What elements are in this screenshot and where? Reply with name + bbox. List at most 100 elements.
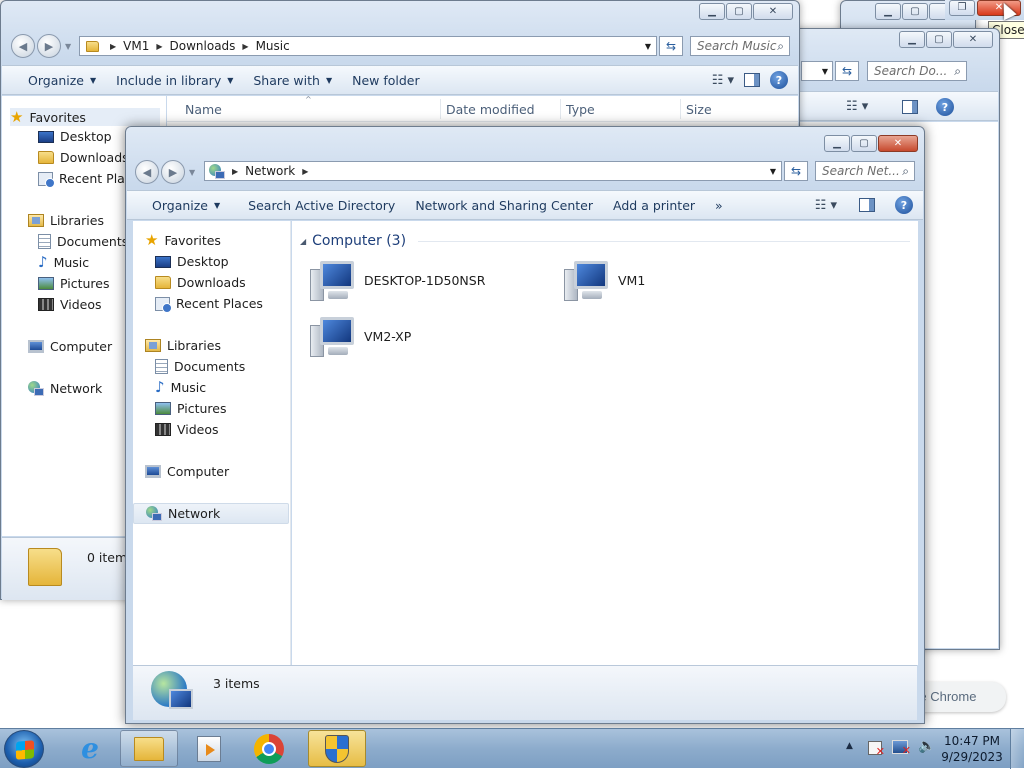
close-icon[interactable]: ✕	[878, 135, 918, 152]
more-commands-button[interactable]: »	[705, 198, 733, 213]
nav-network[interactable]: Network	[28, 381, 102, 396]
network-search-input[interactable]: Search Net... ⌕	[815, 161, 915, 181]
music-search-input[interactable]: Search Music ⌕	[690, 36, 790, 56]
breadcrumb-vm1[interactable]: VM1	[123, 39, 149, 53]
nav-downloads[interactable]: Downloads	[38, 150, 129, 165]
minimize-icon[interactable]: ▁	[899, 31, 925, 48]
nav-recent-places[interactable]: Recent Places	[155, 296, 263, 313]
close-icon[interactable]: ✕	[953, 31, 993, 48]
nav-pictures[interactable]: Pictures	[155, 401, 227, 416]
restore-icon[interactable]: ❐	[949, 0, 975, 16]
help-icon[interactable]: ?	[895, 196, 913, 214]
new-folder-button[interactable]: New folder	[342, 73, 430, 88]
window2-address-dropdown[interactable]: ▼	[801, 61, 833, 81]
maximize-icon[interactable]: ▢	[926, 31, 952, 48]
organize-button[interactable]: Organize ▼	[142, 198, 230, 213]
taskbar-ie-button[interactable]: e	[61, 730, 119, 767]
window2-refresh-button[interactable]: ⇆	[835, 61, 859, 81]
network-sharing-center-button[interactable]: Network and Sharing Center	[405, 198, 603, 213]
preview-pane-icon[interactable]	[859, 198, 875, 212]
nav-videos[interactable]: Videos	[155, 422, 219, 437]
nav-label: Network	[50, 381, 103, 396]
nav-libraries[interactable]: Libraries	[145, 338, 221, 353]
group-header[interactable]: ◢ Computer (3)	[300, 231, 910, 251]
breadcrumb-downloads[interactable]: Downloads	[170, 39, 236, 53]
show-hidden-icons-chevron-icon[interactable]: ▲	[846, 741, 853, 751]
views-icon[interactable]: ☷ ▾	[815, 198, 837, 213]
nav-videos[interactable]: Videos	[38, 297, 102, 312]
column-date-modified[interactable]: Date modified	[446, 102, 535, 117]
include-in-library-button[interactable]: Include in library ▼	[106, 73, 243, 88]
nav-desktop[interactable]: Desktop	[38, 129, 112, 144]
music-refresh-button[interactable]: ⇆	[659, 36, 683, 56]
start-button[interactable]	[4, 730, 44, 768]
nav-favorites[interactable]: ★ Favorites	[145, 233, 221, 249]
address-dropdown-icon[interactable]: ▼	[765, 162, 781, 180]
pictures-icon	[155, 402, 171, 415]
organize-button[interactable]: Organize ▼	[18, 73, 106, 88]
computer-tile[interactable]: VM2-XP	[310, 315, 530, 361]
music-address-bar[interactable]: ▶ VM1 ▶ Downloads ▶ Music ▼	[79, 36, 657, 56]
network-window[interactable]: ▁ ▢ ✕ ◀ ▶ ▼ ▶ Network ▶ ▼ ⇆ Search Net..…	[125, 126, 925, 724]
address-dropdown-icon[interactable]: ▼	[640, 37, 656, 55]
views-icon[interactable]: ☷ ▾	[712, 73, 734, 88]
maximize-icon[interactable]: ▢	[726, 3, 752, 20]
back-arrow-icon[interactable]: ◀	[135, 160, 159, 184]
help-icon[interactable]: ?	[770, 71, 788, 89]
window2-search-input[interactable]: Search Do... ⌕	[867, 61, 967, 81]
back-arrow-icon[interactable]: ◀	[11, 34, 35, 58]
forward-arrow-icon[interactable]: ▶	[37, 34, 61, 58]
network-address-bar[interactable]: ▶ Network ▶ ▼	[204, 161, 782, 181]
clock[interactable]: 10:47 PM 9/29/2023	[940, 733, 1004, 765]
show-desktop-button[interactable]	[1010, 729, 1024, 769]
computer-tile[interactable]: VM1	[564, 259, 784, 305]
network-tray-icon[interactable]: ✕	[892, 740, 911, 757]
views-icon[interactable]: ☷ ▾	[846, 99, 868, 114]
nav-documents[interactable]: Documents	[155, 359, 245, 374]
libraries-icon	[145, 339, 161, 352]
maximize-icon[interactable]: ▢	[902, 3, 928, 20]
nav-libraries[interactable]: Libraries	[28, 213, 104, 228]
nav-documents[interactable]: Documents	[38, 234, 128, 249]
computer-tile[interactable]: DESKTOP-1D50NSR	[310, 259, 530, 305]
minimize-icon[interactable]: ▁	[875, 3, 901, 20]
search-active-directory-button[interactable]: Search Active Directory	[238, 198, 405, 213]
recent-pages-chevron-icon[interactable]: ▼	[65, 42, 71, 51]
action-center-flag-icon[interactable]: ✕	[868, 741, 885, 758]
column-size[interactable]: Size	[686, 102, 712, 117]
nav-downloads[interactable]: Downloads	[155, 275, 246, 290]
add-printer-button[interactable]: Add a printer	[603, 198, 705, 213]
nav-music[interactable]: ♪ Music	[155, 380, 206, 396]
nav-computer[interactable]: Computer	[145, 464, 229, 479]
column-name[interactable]: Name	[185, 102, 222, 117]
column-divider	[560, 99, 561, 119]
breadcrumb-network[interactable]: Network	[245, 164, 295, 178]
chevron-down-icon: ▼	[214, 200, 221, 210]
collapse-triangle-icon[interactable]: ◢	[300, 237, 306, 246]
network-content-pane: ◢ Computer (3) DESKTOP-1D50NSR VM1 VM2-X…	[292, 221, 918, 665]
maximize-icon[interactable]: ▢	[851, 135, 877, 152]
nav-computer[interactable]: Computer	[28, 339, 112, 354]
taskbar-media-player-button[interactable]	[180, 730, 238, 767]
column-type[interactable]: Type	[566, 102, 595, 117]
taskbar-uac-button[interactable]	[308, 730, 366, 767]
breadcrumb-music[interactable]: Music	[256, 39, 290, 53]
minimize-icon[interactable]: ▁	[824, 135, 850, 152]
network-refresh-button[interactable]: ⇆	[784, 161, 808, 181]
close-icon[interactable]: ✕	[753, 3, 793, 20]
nav-network[interactable]: Network	[133, 503, 289, 524]
forward-arrow-icon[interactable]: ▶	[161, 160, 185, 184]
preview-pane-icon[interactable]	[902, 100, 918, 114]
help-icon[interactable]: ?	[936, 98, 954, 116]
taskbar-explorer-button[interactable]	[120, 730, 178, 767]
nav-desktop[interactable]: Desktop	[155, 254, 229, 269]
nav-favorites[interactable]: ★ Favorites	[10, 108, 160, 126]
nav-music[interactable]: ♪ Music	[38, 255, 89, 271]
share-with-button[interactable]: Share with ▼	[243, 73, 342, 88]
preview-pane-icon[interactable]	[744, 73, 760, 87]
minimize-icon[interactable]: ▁	[699, 3, 725, 20]
recent-pages-chevron-icon[interactable]: ▼	[189, 168, 195, 177]
volume-muted-icon[interactable]: 🔈	[918, 738, 935, 754]
nav-pictures[interactable]: Pictures	[38, 276, 110, 291]
taskbar-chrome-button[interactable]	[240, 730, 298, 767]
